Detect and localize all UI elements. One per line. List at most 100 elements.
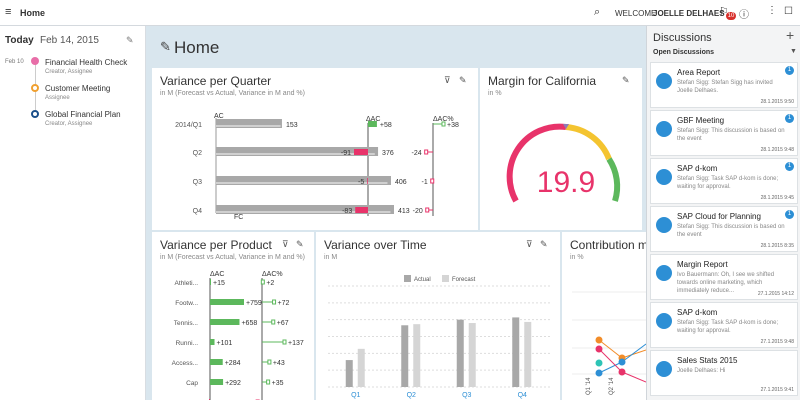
open-discussions-tab[interactable]: Open Discussions [653,49,714,56]
discussion-title: SAP d-kom [677,308,718,317]
discussion-item[interactable]: Margin Report Ivo Bauermann: Oh, I see we… [650,254,798,300]
gauge: 19.9 [506,123,621,203]
top-bar: ≡ Home ⌕ WELCOME JOELLE DELHAES ⚐ 10 ⓘ ⋮… [0,0,800,26]
discussion-date: 28.1.2015 9:50 [760,99,794,105]
dac-bar [354,149,368,155]
product-label: Tennis... [174,320,198,327]
chat-icon[interactable]: ☐ [784,6,793,17]
data-point [595,336,603,344]
discussion-title: Area Report [677,68,721,77]
discussions-title: Discussions [653,32,712,44]
search-icon[interactable]: ⌕ [594,6,600,19]
ac-label: AC [214,113,224,120]
event-title[interactable]: Global Financial Plan [45,110,121,119]
contrib-chart: Q1 '14 Q2 '14 [572,291,646,395]
contrib-x-label: Q2 '14 [609,377,615,395]
dacp-value: +67 [277,320,289,327]
data-point [595,345,603,353]
unread-badge: 1 [785,66,794,75]
discussion-title: SAP d-kom [677,164,718,173]
margin-california-card[interactable]: Margin for California in % ✎ 19.9 [480,68,642,230]
user-name[interactable]: JOELLE DELHAES [653,9,725,18]
discussion-icon [656,313,672,329]
discussion-item[interactable]: Sales Stats 2015 Joelle Delhaes: Hi 27.1.2… [650,350,798,396]
discussion-date: 28.1.2015 8:35 [760,243,794,249]
unread-badge: 1 [785,210,794,219]
filter-icon[interactable]: ▼ [790,48,797,55]
data-point [595,359,603,367]
discussion-item[interactable]: GBF Meeting Stefan Sigg: This discussion … [650,110,798,156]
dac-value: +284 [225,360,241,367]
series-line [598,348,623,373]
menu-icon[interactable]: ≡ [5,6,11,18]
variance-per-quarter-card[interactable]: Variance per Quarter in M (Forecast vs A… [152,68,478,230]
ac-value: 413 [398,208,410,215]
forecast-bar [413,324,421,387]
today-label: Today [5,35,34,46]
discussion-text: Joelle Delhaes: Hi [677,368,726,374]
dacp-marker [282,339,287,345]
dacp-marker [430,178,435,184]
dacp-value: +38 [447,122,459,129]
edit-icon[interactable]: ✎ [126,35,134,46]
dac-bar [210,379,224,385]
ac-value: 406 [395,179,407,186]
dac-value: +15 [213,280,225,287]
discussion-icon [656,121,672,137]
gauge-arc-green [606,157,621,202]
discussion-text: Stefan Sigg: Stefan Sigg has invited Joe… [677,80,773,94]
data-point [618,368,626,376]
timeline-day: Feb 10 [5,59,24,65]
timeline-panel: Today Feb 14, 2015 ✎ Feb 10 Financial He… [0,26,146,400]
app-title: Home [20,8,46,18]
discussion-title: Sales Stats 2015 [677,356,738,365]
notification-badge: 10 [726,12,736,20]
dac-bar [210,299,244,305]
series-line [621,343,646,363]
discussion-date: 28.1.2015 9:48 [760,147,794,153]
discussion-icon [656,73,672,89]
discussion-date: 27.1.2015 9:41 [760,387,794,393]
page-title: Home [174,38,220,57]
discussion-date: 28.1.2015 9:45 [760,195,794,201]
dac-bar [367,178,368,184]
contribution-margin-card[interactable]: Contribution marg in % Q1 '14 Q2 '14 [562,232,646,400]
dacp-marker [272,299,277,305]
help-icon[interactable]: ⓘ [739,6,749,21]
dacp-header: ΔAC% [262,271,283,278]
gauge-arc-yellow [565,124,612,161]
event-title[interactable]: Financial Health Check [45,58,127,67]
home-icon: ✎ [160,39,171,54]
discussion-title: Margin Report [677,260,728,269]
ac-value: 376 [382,150,394,157]
x-tick-label: Q3 [462,392,471,399]
discussion-item[interactable]: Area Report Stefan Sigg: Stefan Sigg has … [650,62,798,108]
add-icon[interactable]: + [786,27,794,43]
discussion-item[interactable]: SAP d-kom Stefan Sigg: Task SAP d-kom is … [650,302,798,348]
legend-forecast: Forecast [452,277,476,283]
discussion-item[interactable]: SAP d-kom Stefan Sigg: Task SAP d-kom is … [650,158,798,204]
dacp-value: +43 [273,360,285,367]
dac-value: -5 [358,179,364,186]
product-label: Access... [172,360,199,367]
discussion-item[interactable]: SAP Cloud for Planning Stefan Sigg: This … [650,206,798,252]
event-title[interactable]: Customer Meeting [45,84,110,93]
dac-value: +58 [380,122,392,129]
variance-over-time-card[interactable]: Variance over Time in M ⊽ ✎ Actual Forec… [316,232,560,400]
discussion-text: Stefan Sigg: This discussion is based on… [677,224,785,238]
event-role: Creator, Assignee [45,121,93,127]
dac-value: +292 [225,380,241,387]
legend-actual-swatch [404,275,411,282]
product-label: Footw... [175,300,198,307]
legend-forecast-swatch [442,275,449,282]
variance-per-product-card[interactable]: Variance per Product in M (Forecast vs A… [152,232,314,400]
more-icon[interactable]: ⋮ [767,5,777,16]
welcome-label: WELCOME [615,9,657,18]
discussion-icon [656,217,672,233]
series-line [621,349,646,359]
dac-value: -83 [342,208,352,215]
dacp-marker [267,359,272,365]
dacp-marker [425,207,430,213]
dacp-value: -1 [422,179,428,186]
vpq-chart: AC FC ΔAC ΔAC% 2014/Q1 153 +58 +38Q2 376-91-… [175,113,459,221]
